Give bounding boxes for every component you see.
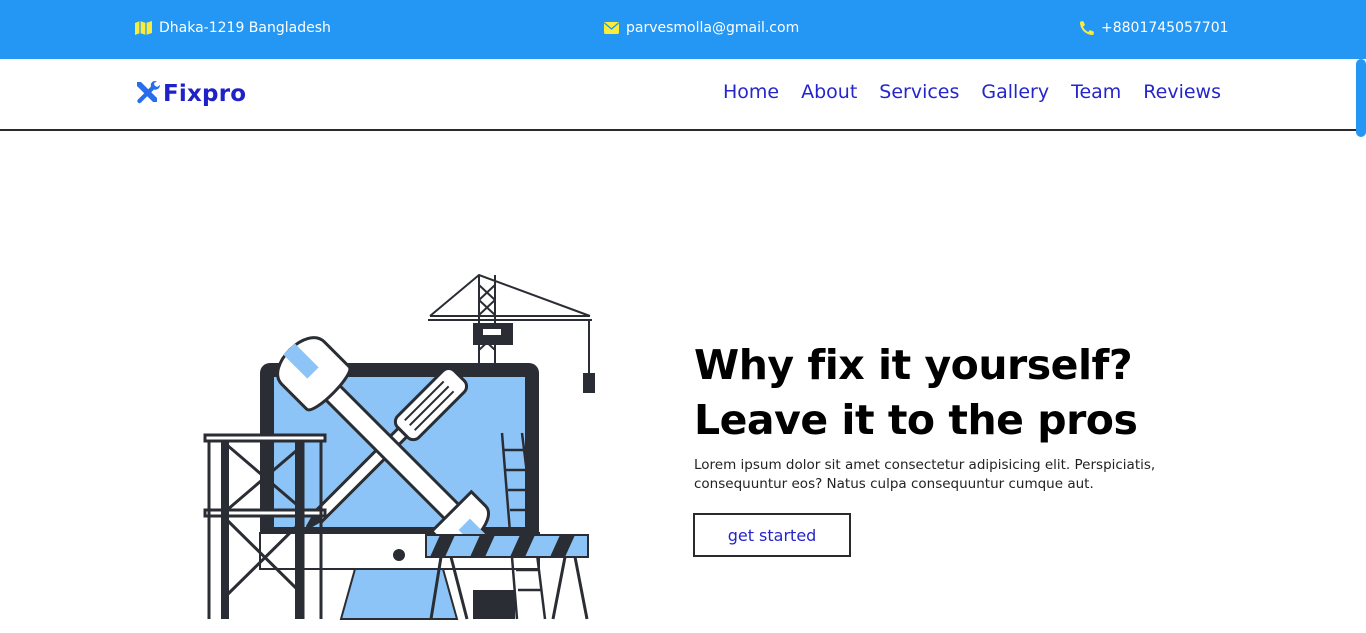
tools-icon [135, 80, 161, 108]
hero-headline-line1: Why fix it yourself? [694, 341, 1133, 389]
phone-info[interactable]: +8801745057701 [1080, 20, 1229, 36]
hero-description: Lorem ipsum dolor sit amet consectetur a… [694, 457, 1156, 492]
nav-link-about[interactable]: About [801, 81, 857, 103]
envelope-icon [604, 22, 619, 34]
logo-text: Fixpro [163, 81, 247, 107]
email-text[interactable]: parvesmolla@gmail.com [626, 20, 799, 36]
main-navbar: Fixpro Home About Services Gallery Team … [0, 59, 1366, 131]
map-icon [135, 21, 152, 35]
email-info[interactable]: parvesmolla@gmail.com [604, 20, 799, 36]
repair-illustration [195, 265, 595, 629]
get-started-button[interactable]: get started [693, 513, 851, 557]
nav-menu: Home About Services Gallery Team Reviews [723, 81, 1221, 103]
nav-link-gallery[interactable]: Gallery [981, 81, 1049, 103]
nav-link-services[interactable]: Services [879, 81, 959, 103]
nav-link-team[interactable]: Team [1071, 81, 1121, 103]
phone-icon [1080, 21, 1094, 35]
address-info: Dhaka-1219 Bangladesh [135, 20, 331, 36]
nav-link-reviews[interactable]: Reviews [1143, 81, 1221, 103]
address-text: Dhaka-1219 Bangladesh [159, 20, 331, 36]
phone-text[interactable]: +8801745057701 [1101, 20, 1229, 36]
hero-headline-line2: Leave it to the pros [694, 396, 1138, 444]
top-info-bar: Dhaka-1219 Bangladesh parvesmolla@gmail.… [0, 0, 1366, 59]
nav-link-home[interactable]: Home [723, 81, 779, 103]
page-scrollbar[interactable] [1356, 59, 1366, 137]
logo[interactable]: Fixpro [135, 80, 246, 108]
hero-headline: Why fix it yourself? Leave it to the pro… [694, 338, 1138, 448]
